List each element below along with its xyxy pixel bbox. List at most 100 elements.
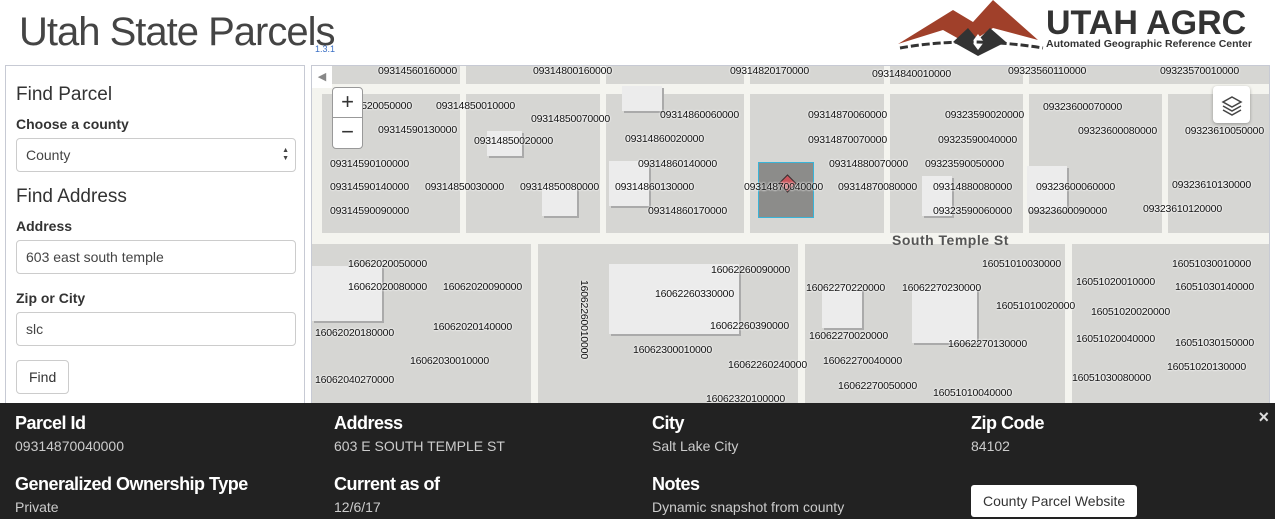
layers-button[interactable] xyxy=(1213,86,1250,123)
app-version: 1.3.1 xyxy=(315,44,336,54)
parcel-label: 09323590050000 xyxy=(925,158,1004,170)
find-parcel-heading: Find Parcel xyxy=(16,84,113,105)
field-value: 603 E SOUTH TEMPLE ST xyxy=(334,438,505,454)
field-value: 84102 xyxy=(971,438,1010,454)
field-label: Generalized Ownership Type xyxy=(15,474,248,494)
parcel-label: 09323590040000 xyxy=(938,134,1017,146)
parcel-label: 09314860020000 xyxy=(625,133,704,145)
field-value: 09314870040000 xyxy=(15,438,125,454)
close-icon[interactable]: × xyxy=(1258,407,1269,428)
parcel-label: 09314870040000 xyxy=(744,181,823,193)
parcel-label: 09314840010000 xyxy=(872,68,951,80)
parcel-label: 16051010030000 xyxy=(982,258,1061,270)
parcel-label: 09314860170000 xyxy=(648,205,727,217)
parcel-label: 09323610050000 xyxy=(1185,125,1264,137)
county-label: Choose a county xyxy=(16,116,129,132)
parcel-label: 09314590140000 xyxy=(330,181,409,193)
parcel-label: 09323590020000 xyxy=(945,109,1024,121)
zoom-control: + − xyxy=(332,87,363,149)
parcel-label: 09323600070000 xyxy=(1043,101,1122,113)
parcel-id-field: Parcel Id 09314870040000 xyxy=(15,413,124,454)
parcel-label: 16062270040000 xyxy=(823,355,902,367)
parcel-label: 09314850010000 xyxy=(436,100,515,112)
parcel-label: 09323600090000 xyxy=(1028,205,1107,217)
county-parcel-website-button[interactable]: County Parcel Website xyxy=(971,485,1138,517)
parcel-details-panel: × Parcel Id 09314870040000 Address 603 E S… xyxy=(0,403,1275,519)
parcel-label: 16062260390000 xyxy=(710,320,789,332)
city-field: City Salt Lake City xyxy=(652,413,738,454)
field-value: 12/6/17 xyxy=(334,499,381,515)
parcel-label: 16051020010000 xyxy=(1076,276,1155,288)
parcel-label: 09314820170000 xyxy=(730,65,809,77)
collapse-sidebar-button[interactable]: ◀ xyxy=(312,66,332,88)
find-button[interactable]: Find xyxy=(16,360,70,394)
field-value: Dynamic snapshot from county xyxy=(652,499,845,515)
parcel-label: 09314590100000 xyxy=(330,158,409,170)
find-address-heading: Find Address xyxy=(16,186,127,207)
parcel-label: 16062030010000 xyxy=(410,355,489,367)
field-label: Zip Code xyxy=(971,413,1045,433)
parcel-label: 09323600060000 xyxy=(1036,181,1115,193)
parcel-label: 09314590090000 xyxy=(330,205,409,217)
address-input[interactable]: 603 east south temple xyxy=(16,240,296,274)
parcel-label: 09314850080000 xyxy=(520,181,599,193)
parcel-label: 09314860140000 xyxy=(638,158,717,170)
zip-code-field: Zip Code 84102 xyxy=(971,413,1045,454)
parcel-label: 09323600080000 xyxy=(1078,125,1157,137)
field-label: Current as of xyxy=(334,474,440,494)
ownership-field: Generalized Ownership Type Private xyxy=(15,474,248,515)
zip-city-input[interactable]: slc xyxy=(16,312,296,346)
zoom-in-button[interactable]: + xyxy=(333,88,362,118)
layers-icon xyxy=(1220,95,1243,116)
parcel-label: 16062020050000 xyxy=(348,258,427,270)
parcel-label: 16062270130000 xyxy=(948,338,1027,350)
zoom-out-button[interactable]: − xyxy=(333,118,362,148)
county-select[interactable]: County ▲ ▼ xyxy=(16,138,296,172)
parcel-label: 09323590060000 xyxy=(933,205,1012,217)
parcel-label: 16051030140000 xyxy=(1175,281,1254,293)
field-label: City xyxy=(652,413,685,433)
parcel-label: 16051020020000 xyxy=(1091,306,1170,318)
parcel-label: 16051010020000 xyxy=(996,300,1075,312)
parcel-label: 09314850070000 xyxy=(531,113,610,125)
parcel-label: 09314560160000 xyxy=(378,65,457,77)
parcel-label: 16051020040000 xyxy=(1076,333,1155,345)
parcel-label: 16062260240000 xyxy=(728,359,807,371)
logo-subtitle: Automated Geographic Reference Center xyxy=(1046,38,1252,50)
field-label: Address xyxy=(334,413,403,433)
parcel-label: 16062260330000 xyxy=(655,288,734,300)
search-sidebar: Find Parcel Choose a county County ▲ ▼ Fin… xyxy=(5,65,305,410)
parcel-label: 09314590130000 xyxy=(378,124,457,136)
app-title: Utah State Parcels xyxy=(19,10,335,54)
parcel-label: 16062270020000 xyxy=(809,330,888,342)
parcel-label: 16062020090000 xyxy=(443,281,522,293)
parcel-label: 16062270220000 xyxy=(806,282,885,294)
address-label: Address xyxy=(16,218,73,234)
parcel-label: 16062020140000 xyxy=(433,321,512,333)
parcel-label: 09314860060000 xyxy=(660,109,739,121)
parcel-label: 09314800160000 xyxy=(533,65,612,77)
parcel-label: 16051030080000 xyxy=(1072,372,1151,384)
parcel-label: 16051010040000 xyxy=(933,387,1012,399)
parcel-label: 09314870060000 xyxy=(808,109,887,121)
parcel-label: 09323560110000 xyxy=(1008,65,1087,77)
parcel-label: 09314880080000 xyxy=(933,181,1012,193)
parcel-label: 16062300010000 xyxy=(633,344,712,356)
parcel-map[interactable]: South Temple St 09314560160000 0931480016… xyxy=(311,65,1270,410)
parcel-label: 09314850020000 xyxy=(474,135,553,147)
parcel-label: 09323610120000 xyxy=(1143,203,1222,215)
parcel-label: 09323610130000 xyxy=(1172,179,1251,191)
parcel-label: 09314880070000 xyxy=(829,158,908,170)
parcel-label: 16051030010000 xyxy=(1172,258,1251,270)
field-value: Private xyxy=(15,499,59,515)
parcel-label: 09314870070000 xyxy=(808,134,887,146)
parcel-label: 16062270050000 xyxy=(838,380,917,392)
address-field: Address 603 E SOUTH TEMPLE ST xyxy=(334,413,505,454)
field-value: Salt Lake City xyxy=(652,438,739,454)
street-label: South Temple St xyxy=(892,232,1009,248)
current-as-of-field: Current as of 12/6/17 xyxy=(334,474,440,515)
zip-label: Zip or City xyxy=(16,290,86,306)
select-arrows-icon: ▲ ▼ xyxy=(282,147,289,162)
parcel-label: 16062260010000 xyxy=(578,280,590,359)
parcel-label: 09323570010000 xyxy=(1160,65,1239,77)
